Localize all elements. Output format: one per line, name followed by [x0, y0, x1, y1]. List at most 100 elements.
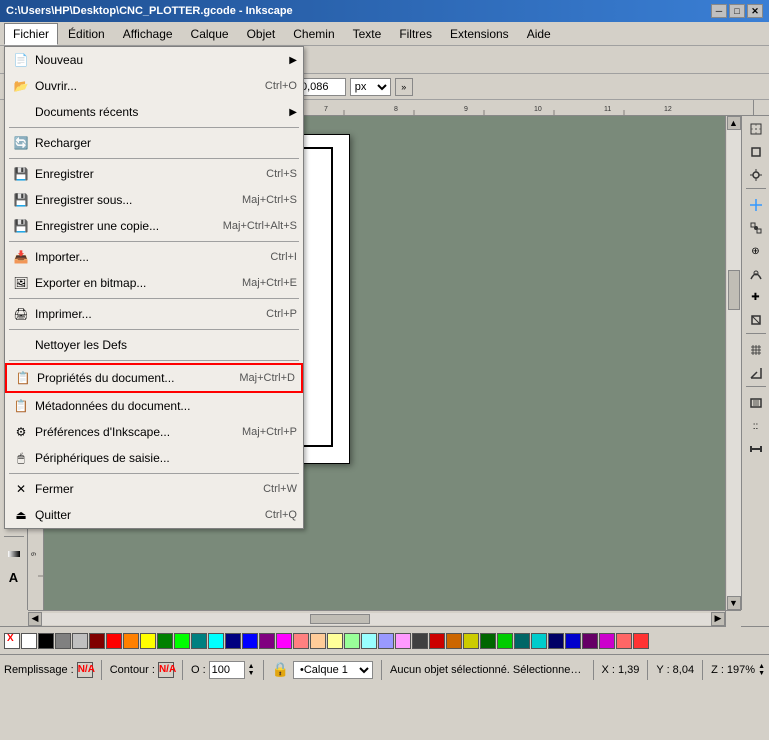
opacity-input[interactable] — [209, 661, 245, 679]
zoom-spinner[interactable]: ▲ ▼ — [758, 663, 765, 677]
menu-extensions[interactable]: Extensions — [442, 23, 517, 45]
menu-calque[interactable]: Calque — [183, 23, 237, 45]
menu-exporter-bitmap[interactable]: 🖼 Exporter en bitmap... Maj+Ctrl+E — [5, 270, 303, 296]
snap-path[interactable] — [745, 263, 767, 285]
color-peach[interactable] — [310, 633, 326, 649]
color-medmagenta[interactable] — [599, 633, 615, 649]
color-darkorange[interactable] — [446, 633, 462, 649]
menu-importer[interactable]: 📥 Importer... Ctrl+I — [5, 244, 303, 270]
scroll-thumb-v[interactable] — [728, 270, 740, 310]
color-teal[interactable] — [191, 633, 207, 649]
color-extra2[interactable] — [633, 633, 649, 649]
menu-proprietes[interactable]: 📋 Propriétés du document... Maj+Ctrl+D — [5, 363, 303, 393]
menu-texte[interactable]: Texte — [345, 23, 390, 45]
menu-objet[interactable]: Objet — [239, 23, 284, 45]
color-maroon[interactable] — [89, 633, 105, 649]
maximize-button[interactable]: □ — [729, 4, 745, 18]
color-lightyellow[interactable] — [327, 633, 343, 649]
menu-chemin[interactable]: Chemin — [285, 23, 342, 45]
scroll-track-h[interactable] — [42, 613, 711, 625]
color-darkteal[interactable] — [514, 633, 530, 649]
menu-filtres[interactable]: Filtres — [391, 23, 440, 45]
menu-fichier[interactable]: Fichier — [4, 23, 58, 45]
snap-pixel[interactable]: :: — [745, 415, 767, 437]
color-white[interactable] — [21, 633, 37, 649]
menu-fermer[interactable]: ✕ Fermer Ctrl+W — [5, 476, 303, 502]
snap-midpoint[interactable] — [745, 217, 767, 239]
snap-grid[interactable] — [745, 339, 767, 361]
snap-bbox[interactable] — [745, 141, 767, 163]
color-yellow[interactable] — [140, 633, 156, 649]
color-darkgreen[interactable] — [480, 633, 496, 649]
color-purple[interactable] — [259, 633, 275, 649]
menu-enregistrer-sous[interactable]: 💾 Enregistrer sous... Maj+Ctrl+S — [5, 187, 303, 213]
color-lightgreen[interactable] — [344, 633, 360, 649]
snap-extra[interactable] — [745, 438, 767, 460]
menu-affichage[interactable]: Affichage — [115, 23, 181, 45]
menu-peripheriques[interactable]: 🖱 Périphériques de saisie... — [5, 445, 303, 471]
zoom-fit-page[interactable] — [745, 392, 767, 414]
color-medcyan[interactable] — [531, 633, 547, 649]
menu-nettoyer[interactable]: Nettoyer les Defs — [5, 332, 303, 358]
color-darkred[interactable] — [429, 633, 445, 649]
menu-preferences[interactable]: ⚙ Préférences d'Inkscape... Maj+Ctrl+P — [5, 419, 303, 445]
menu-recharger[interactable]: 🔄 Recharger — [5, 130, 303, 156]
menu-enregistrer[interactable]: 💾 Enregistrer Ctrl+S — [5, 161, 303, 187]
color-cyan[interactable] — [208, 633, 224, 649]
snap-intersection[interactable]: ✚ — [745, 286, 767, 308]
color-lime[interactable] — [174, 633, 190, 649]
color-none[interactable] — [4, 633, 20, 649]
color-lightcyan[interactable] — [361, 633, 377, 649]
color-gray[interactable] — [55, 633, 71, 649]
snap-center[interactable]: ⊕ — [745, 240, 767, 262]
color-magenta[interactable] — [276, 633, 292, 649]
menu-ouvrir[interactable]: 📂 Ouvrir... Ctrl+O — [5, 73, 303, 99]
scroll-up-btn[interactable]: ▲ — [727, 116, 741, 130]
color-orange[interactable] — [123, 633, 139, 649]
snap-object[interactable] — [745, 309, 767, 331]
snap-enable[interactable] — [745, 118, 767, 140]
color-black[interactable] — [38, 633, 54, 649]
color-lightblue[interactable] — [378, 633, 394, 649]
scroll-down-btn[interactable]: ▼ — [727, 596, 741, 610]
expand-coords-btn[interactable]: » — [395, 78, 413, 96]
snap-angle[interactable] — [745, 362, 767, 384]
scroll-track-v[interactable] — [727, 130, 741, 596]
color-darkyellow[interactable] — [463, 633, 479, 649]
tool-gradient[interactable] — [3, 543, 25, 565]
menu-quitter[interactable]: ⏏ Quitter Ctrl+Q — [5, 502, 303, 528]
snap-guide[interactable] — [745, 194, 767, 216]
color-darknavy[interactable] — [548, 633, 564, 649]
unit-select[interactable]: px mm cm — [350, 78, 391, 96]
menu-metadata[interactable]: 📋 Métadonnées du document... — [5, 393, 303, 419]
color-silver[interactable] — [72, 633, 88, 649]
menu-aide[interactable]: Aide — [519, 23, 559, 45]
color-blue[interactable] — [242, 633, 258, 649]
close-button[interactable]: ✕ — [747, 4, 763, 18]
color-lightmagenta[interactable] — [395, 633, 411, 649]
menu-edition[interactable]: Édition — [60, 23, 113, 45]
menu-imprimer[interactable]: 🖨 Imprimer... Ctrl+P — [5, 301, 303, 327]
menu-recents[interactable]: Documents récents ▶ — [5, 99, 303, 125]
minimize-button[interactable]: ─ — [711, 4, 727, 18]
scroll-right-btn[interactable]: ▶ — [711, 612, 725, 626]
color-extra1[interactable] — [616, 633, 632, 649]
menu-enregistrer-copie[interactable]: 💾 Enregistrer une copie... Maj+Ctrl+Alt+… — [5, 213, 303, 239]
color-medgreen[interactable] — [497, 633, 513, 649]
tool-text[interactable]: A — [3, 566, 25, 588]
opacity-spinner[interactable]: ▲ ▼ — [248, 663, 255, 677]
color-navy[interactable] — [225, 633, 241, 649]
horizontal-scrollbar[interactable]: ◀ ▶ — [28, 610, 741, 626]
vertical-scrollbar[interactable]: ▲ ▼ — [725, 116, 741, 610]
color-darkpurple[interactable] — [582, 633, 598, 649]
menu-nouveau[interactable]: 📄 Nouveau ▶ — [5, 47, 303, 73]
color-red[interactable] — [106, 633, 122, 649]
color-darkgray[interactable] — [412, 633, 428, 649]
scroll-left-btn[interactable]: ◀ — [28, 612, 42, 626]
color-lightred[interactable] — [293, 633, 309, 649]
color-green[interactable] — [157, 633, 173, 649]
scroll-thumb-h[interactable] — [310, 614, 370, 624]
snap-node[interactable] — [745, 164, 767, 186]
layer-select[interactable]: •Calque 1 — [293, 661, 373, 679]
color-medblue[interactable] — [565, 633, 581, 649]
